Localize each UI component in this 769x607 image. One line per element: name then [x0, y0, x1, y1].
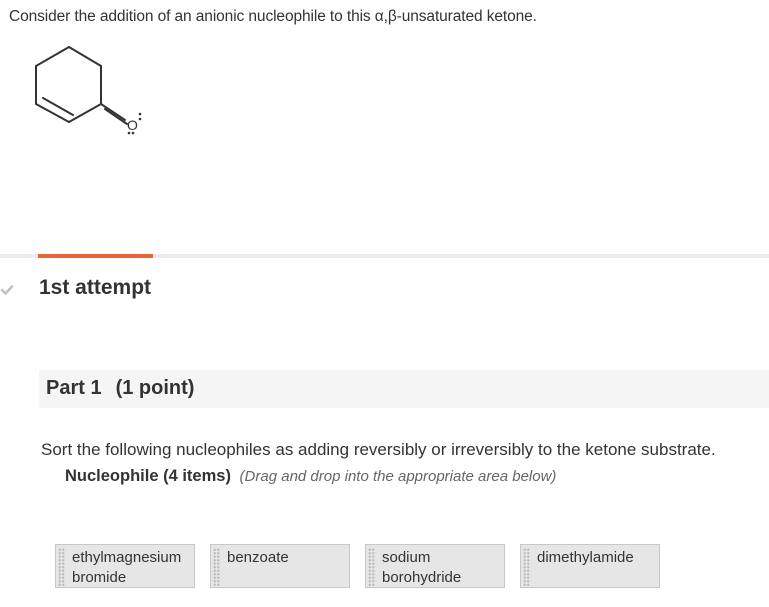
cyclohexenone-structure: O [35, 46, 142, 135]
drag-item[interactable]: sodium borohydride [365, 544, 505, 588]
item-count-label: Nucleophile (4 items) [65, 467, 231, 485]
attempt-tab-indicator[interactable] [38, 254, 153, 258]
ring-bond [35, 103, 70, 123]
item-group-label: Nucleophile (4 items) (Drag and drop int… [65, 467, 556, 486]
instructions-text: Sort the following nucleophiles as addin… [41, 440, 716, 459]
carbonyl-bond [104, 108, 128, 125]
drag-item[interactable]: dimethylamide [520, 544, 660, 588]
part-header: Part 1 (1 point) [39, 370, 769, 408]
ring-bond [68, 46, 102, 67]
attempt-label[interactable]: 1st attempt [39, 276, 151, 300]
ring-double-bond [42, 97, 74, 116]
drag-hint: (Drag and drop into the appropriate area… [239, 468, 557, 485]
drag-item[interactable]: benzoate [210, 544, 350, 588]
part-name: Part 1 [46, 377, 102, 399]
drag-handle-icon[interactable] [58, 548, 65, 586]
drag-item-label: dimethylamide [537, 549, 634, 566]
part-title: Part 1 (1 point) [46, 377, 194, 400]
ring-bond [35, 46, 70, 67]
drag-item-label: sodium borohydride [382, 549, 462, 586]
drag-handle-icon[interactable] [213, 548, 220, 586]
question-text: Consider the addition of an anionic nucl… [9, 8, 537, 25]
drag-handle-icon[interactable] [368, 548, 375, 586]
drag-item[interactable]: ethylmagnesium bromide [55, 544, 195, 588]
ring-bond [68, 103, 102, 123]
part-points: (1 point) [115, 377, 195, 399]
checkmark-icon [0, 285, 14, 295]
carbonyl-bond [100, 103, 126, 121]
drag-item-label: ethylmagnesium bromide [72, 549, 182, 586]
drag-item-label: benzoate [227, 549, 289, 566]
oxygen-label: O [127, 117, 138, 133]
drag-handle-icon[interactable] [523, 548, 530, 586]
